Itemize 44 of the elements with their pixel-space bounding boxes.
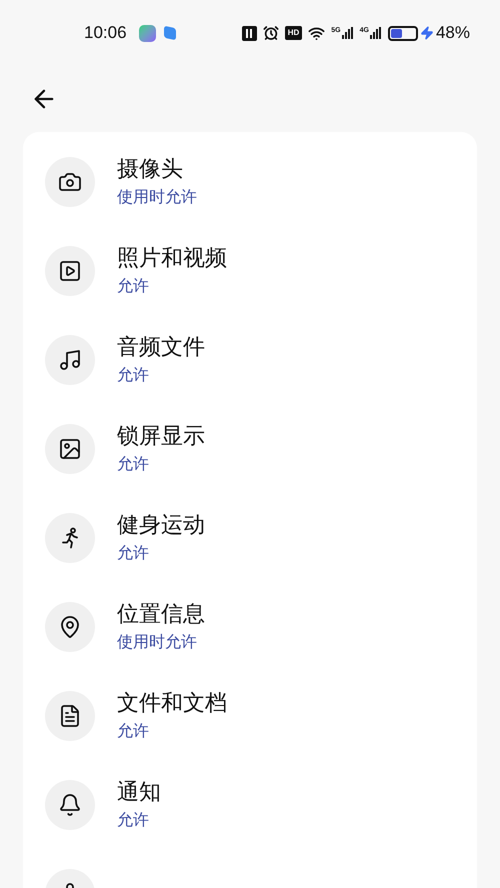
alarm-icon [262,25,279,41]
permission-status: 允许 [117,454,150,474]
running-person-icon [45,512,95,562]
location-pin-icon [45,602,95,652]
bell-icon [45,780,95,830]
signal-icon [370,27,382,39]
signal-icon [342,27,354,39]
permission-item[interactable]: 锁屏显示 允许 [23,404,477,493]
permission-name: 通知 [117,778,161,804]
permission-name: 摄像头 [117,156,184,182]
camera-icon [45,156,95,206]
permission-status: 允许 [117,366,150,386]
permission-status: 允许 [117,810,150,830]
app-icon [164,26,176,40]
permission-name: 文件和文档 [117,690,227,716]
permission-name: 健身运动 [117,512,205,538]
permission-name: 位置信息 [117,600,205,626]
photo-video-icon [45,246,95,296]
permission-name: 音频文件 [117,334,205,360]
app-icon [138,24,156,42]
permission-status: 使用时允许 [117,188,197,208]
hd-badge: HD [284,26,302,40]
battery-icon [388,26,418,40]
permission-name: 锁屏显示 [117,422,205,448]
permission-item[interactable]: 摄像头 使用时允许 [23,137,477,226]
permission-item[interactable]: 音频文件 允许 [23,315,477,404]
permission-status: 允许 [117,722,150,742]
clock-time: 10:06 [84,22,127,44]
document-icon [45,690,95,740]
permission-item[interactable]: 照片和视频 允许 [23,226,477,315]
permission-item[interactable]: 位置信息 使用时允许 [23,582,477,671]
battery-percent: 48% [436,22,470,44]
nfc-icon [242,26,257,40]
music-note-icon [45,334,95,384]
permission-item[interactable]: 通知 允许 [23,760,477,849]
permission-item[interactable]: 文件和文档 允许 [23,671,477,760]
image-icon [45,424,95,474]
wifi-icon [308,24,326,42]
permission-status: 允许 [117,276,150,296]
permission-status: 使用时允许 [117,632,198,652]
charging-icon [420,26,434,40]
permission-item[interactable]: 健身运动 允许 [23,493,477,582]
permission-name: 照片和视频 [117,244,227,270]
permission-status: 允许 [117,544,150,564]
